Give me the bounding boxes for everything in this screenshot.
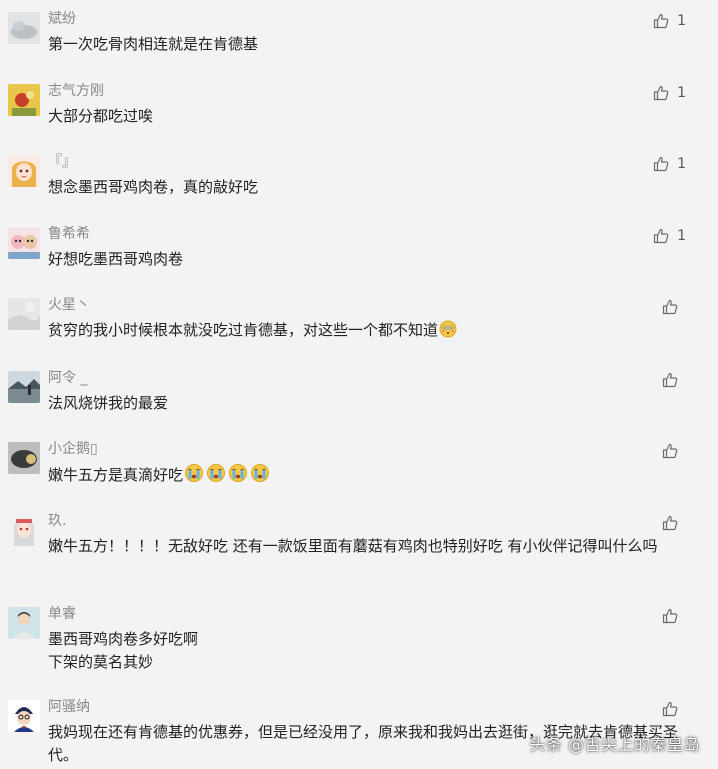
detective-avatar-icon[interactable]	[8, 700, 40, 732]
comment-text: 好想吃墨西哥鸡肉卷	[48, 250, 184, 268]
landscape-avatar-icon[interactable]	[8, 371, 40, 403]
username[interactable]: 斌纷	[48, 10, 76, 28]
comment-text: 大部分都吃过唉	[48, 107, 154, 125]
comment-text: 墨西哥鸡肉卷多好吃啊 下架的莫名其妙	[48, 628, 678, 674]
like-button[interactable]	[662, 700, 686, 718]
yellow-flower-avatar-icon[interactable]	[8, 84, 40, 116]
username[interactable]: 小企鹅▯	[48, 440, 98, 458]
like-button[interactable]: 1	[653, 227, 686, 245]
comment-text: 想念墨西哥鸡肉卷，真的敲好吃	[48, 178, 259, 196]
username[interactable]: 志气方刚	[48, 82, 104, 100]
like-count: 1	[677, 156, 686, 172]
watermark: 头条 @舌尖上的秦皇岛	[529, 735, 700, 754]
comment-text: 法风烧饼我的最爱	[48, 394, 169, 412]
thumbs-up-icon	[653, 13, 669, 29]
crying-face-emoji-icon	[228, 463, 248, 490]
gray-blur-avatar-icon[interactable]	[8, 298, 40, 330]
dark-object-avatar-icon[interactable]	[8, 442, 40, 474]
anime-avatar-icon[interactable]	[8, 514, 40, 546]
crying-face-emoji-icon	[184, 463, 204, 490]
username[interactable]: 阿骚纳	[48, 698, 90, 716]
pink-cartoon-avatar-icon[interactable]	[8, 227, 40, 259]
thumbs-up-icon	[662, 608, 678, 624]
like-count: 1	[677, 228, 686, 244]
comment-text: 嫩牛五方！！！！无敌好吃 还有一款饭里面有蘑菇有鸡肉也特别好吃 有小伙伴记得叫什…	[48, 537, 658, 555]
comment-text-line: 下架的莫名其妙	[48, 653, 154, 671]
gray-cloud-avatar-icon[interactable]	[8, 12, 40, 44]
flushed-face-emoji-icon	[439, 320, 457, 345]
thumbs-up-icon	[662, 299, 678, 315]
username[interactable]: 鲁希希	[48, 225, 90, 243]
like-button[interactable]	[662, 514, 686, 532]
like-count: 1	[677, 13, 686, 29]
like-button[interactable]: 1	[653, 155, 686, 173]
like-button[interactable]	[662, 371, 686, 389]
crying-face-emoji-icon	[250, 463, 270, 490]
crying-face-emoji-icon	[206, 463, 226, 490]
thumbs-up-icon	[653, 85, 669, 101]
thumbs-up-icon	[662, 701, 678, 717]
person-avatar-icon[interactable]	[8, 607, 40, 639]
comment-text: 嫩牛五方是真滴好吃	[48, 463, 678, 490]
username[interactable]: 阿令 _	[48, 369, 87, 387]
username[interactable]: 火星丶	[48, 296, 90, 314]
username[interactable]: 单睿	[48, 605, 76, 623]
like-count: 1	[677, 85, 686, 101]
thumbs-up-icon	[662, 515, 678, 531]
like-button[interactable]: 1	[653, 84, 686, 102]
like-button[interactable]	[662, 607, 686, 625]
comment-text-line: 墨西哥鸡肉卷多好吃啊	[48, 630, 199, 648]
like-button[interactable]: 1	[653, 12, 686, 30]
thumbs-up-icon	[662, 443, 678, 459]
comment-text-body: 嫩牛五方是真滴好吃	[48, 466, 184, 484]
username[interactable]: 玖.	[48, 512, 66, 530]
like-button[interactable]	[662, 442, 686, 460]
comment-text-body: 贫穷的我小时候根本就没吃过肯德基，对这些一个都不知道	[48, 321, 439, 339]
thumbs-up-icon	[662, 372, 678, 388]
comment-text: 第一次吃骨肉相连就是在肯德基	[48, 35, 259, 53]
cartoon-girl-avatar-icon[interactable]	[8, 155, 40, 187]
thumbs-up-icon	[653, 228, 669, 244]
username[interactable]: 『』	[48, 153, 76, 171]
thumbs-up-icon	[653, 156, 669, 172]
comment-text: 贫穷的我小时候根本就没吃过肯德基，对这些一个都不知道	[48, 319, 678, 345]
like-button[interactable]	[662, 298, 686, 316]
